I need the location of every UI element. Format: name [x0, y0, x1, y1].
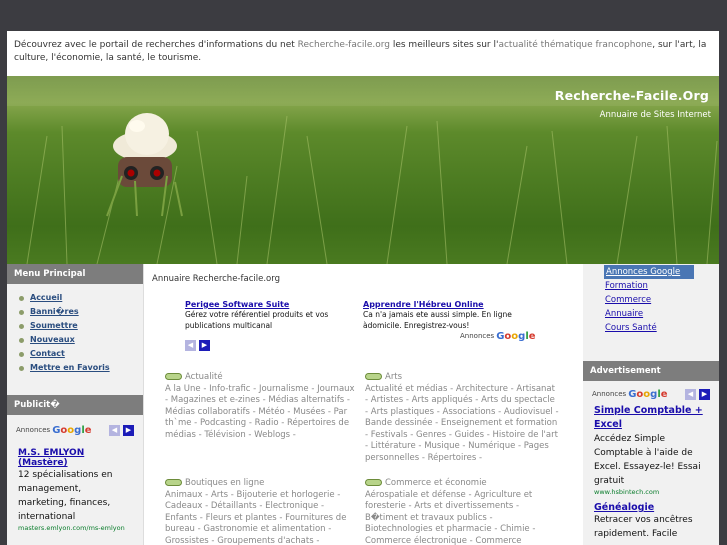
ad-url[interactable]: www.hsbintech.com — [594, 488, 708, 494]
menu-title: Menu Principal — [7, 264, 143, 284]
category-links[interactable]: Aérospatiale et défense - Agriculture et… — [365, 490, 543, 545]
link-annuaire[interactable]: Annuaire — [605, 307, 719, 321]
bullet-icon — [19, 366, 24, 371]
main-menu: Accueil Banni�res Soumettre Nouveaux Con… — [7, 284, 143, 375]
category-block: Actualité A la Une - Info-trafic - Journ… — [165, 372, 355, 441]
category-links[interactable]: Actualité et médias - Architecture - Art… — [365, 384, 559, 463]
intro-text: Découvrez avec le portail de recherches … — [14, 39, 714, 65]
category-block: Commerce et économie Aérospatiale et déf… — [365, 478, 562, 545]
google-logo-icon: Google — [628, 388, 668, 400]
category-block: Boutiques en ligne Animaux - Arts - Bijo… — [165, 478, 355, 545]
page-frame: Découvrez avec le portail de recherches … — [7, 31, 719, 545]
link-unit: Annonces Google Formation Commerce Annua… — [583, 264, 719, 335]
intro-part: les meilleurs sites sur l' — [389, 40, 499, 50]
menu-link[interactable]: Mettre en Favoris — [30, 363, 110, 372]
prev-arrow-icon[interactable]: ◀ — [685, 388, 696, 400]
next-arrow-icon[interactable]: ▶ — [699, 388, 710, 400]
prev-arrow-icon[interactable]: ◀ — [109, 424, 120, 436]
google-ads-box: Perigee Software Suite Gérez votre référ… — [185, 297, 540, 351]
ad-nav: ◀ ▶ — [185, 332, 210, 351]
breadcrumb: Annuaire Recherche-facile.org — [152, 274, 280, 284]
bullet-icon — [19, 324, 24, 329]
category-links[interactable]: Animaux - Arts - Bijouterie et horlogeri… — [165, 490, 346, 545]
left-sidebar: Menu Principal Accueil Banni�res Soumett… — [7, 264, 144, 545]
google-ads-bar: Annonces Google ◀ ▶ — [583, 384, 719, 404]
folder-icon — [165, 373, 182, 380]
publicite-title: Publicit� — [7, 395, 143, 415]
grass-field-photo — [7, 76, 719, 264]
google-ads-bar: Annonces Google ◀ ▶ — [7, 420, 143, 440]
ad-title-link[interactable]: Simple Comptable + Excel — [594, 404, 708, 432]
right-sidebar: Annonces Google Formation Commerce Annua… — [583, 264, 719, 545]
folder-icon — [365, 373, 382, 380]
ad-text: Gérez votre référentiel produits et vos … — [185, 310, 329, 330]
ad-block: Simple Comptable + Excel Accédez Simple … — [583, 404, 719, 494]
category-name[interactable]: Commerce et économie — [385, 478, 487, 488]
google-logo-icon: Google — [52, 424, 92, 436]
ad-text: Retracer vos ancêtres rapidement. Facile — [594, 515, 693, 539]
advertisement-title: Advertisement — [583, 361, 719, 381]
ad-title-link[interactable]: Généalogie — [594, 502, 708, 513]
menu-link[interactable]: Accueil — [30, 293, 62, 302]
bullet-icon — [19, 338, 24, 343]
intro-part: Découvrez avec le portail de recherches … — [14, 40, 298, 50]
prev-arrow-icon[interactable]: ◀ — [185, 340, 196, 351]
category-header[interactable]: Boutiques en ligne — [165, 478, 355, 490]
next-arrow-icon[interactable]: ▶ — [123, 424, 134, 436]
menu-item-bannieres[interactable]: Banni�res — [19, 305, 143, 319]
category-name[interactable]: Arts — [385, 372, 402, 382]
ad-title-link[interactable]: Perigee Software Suite — [185, 300, 350, 309]
category-name[interactable]: Boutiques en ligne — [185, 478, 264, 488]
google-logo-icon: Google — [496, 330, 536, 342]
link-cours-sante[interactable]: Cours Santé — [605, 321, 719, 335]
ad-block: Perigee Software Suite Gérez votre référ… — [185, 300, 350, 331]
menu-link[interactable]: Banni�res — [30, 307, 79, 316]
menu-item-nouveaux[interactable]: Nouveaux — [19, 333, 143, 347]
annonces-label: Annonces — [460, 332, 495, 340]
intro-topic-link[interactable]: actualité thématique francophone — [498, 40, 652, 50]
ad-block: Généalogie Retracer vos ancêtres rapidem… — [583, 502, 719, 541]
folder-icon — [365, 479, 382, 486]
bullet-icon — [19, 296, 24, 301]
menu-link[interactable]: Nouveaux — [30, 335, 75, 344]
link-commerce[interactable]: Commerce — [605, 293, 719, 307]
category-name[interactable]: Actualité — [185, 372, 223, 382]
ad-title-link[interactable]: M.S. EMLYON (Mastère) — [18, 448, 132, 468]
menu-item-soumettre[interactable]: Soumettre — [19, 319, 143, 333]
ad-url[interactable]: masters.emlyon.com/ms-emlyon — [18, 524, 132, 532]
menu-item-favoris[interactable]: Mettre en Favoris — [19, 361, 143, 375]
ad-text: Accédez Simple Comptable à l'aide de Exc… — [594, 434, 701, 486]
ad-title-link[interactable]: Apprendre l'Hébreu Online — [363, 300, 528, 309]
next-arrow-icon[interactable]: ▶ — [199, 340, 210, 351]
main-content: Annuaire Recherche-facile.org Perigee So… — [145, 264, 582, 545]
site-title[interactable]: Recherche-Facile.Org — [555, 88, 709, 103]
site-subtitle: Annuaire de Sites Internet — [599, 110, 711, 120]
menu-link[interactable]: Soumettre — [30, 321, 78, 330]
ad-block: M.S. EMLYON (Mastère) 12 spécialisations… — [7, 448, 143, 532]
link-annonces-google[interactable]: Annonces Google — [604, 265, 694, 279]
link-formation[interactable]: Formation — [605, 279, 719, 293]
category-block: Arts Actualité et médias - Architecture … — [365, 372, 560, 464]
google-ads-bar: Annonces Google — [460, 326, 536, 346]
annonces-label: Annonces — [16, 426, 51, 434]
folder-icon — [165, 479, 182, 486]
category-header[interactable]: Commerce et économie — [365, 478, 562, 490]
category-header[interactable]: Actualité — [165, 372, 355, 384]
intro-site-link[interactable]: Recherche-facile.org — [298, 40, 390, 50]
annonces-label: Annonces — [592, 390, 627, 398]
category-links[interactable]: A la Une - Info-trafic - Journalisme - J… — [165, 384, 355, 440]
category-header[interactable]: Arts — [365, 372, 560, 384]
menu-item-accueil[interactable]: Accueil — [19, 291, 143, 305]
header-banner: Recherche-Facile.Org Annuaire de Sites I… — [7, 76, 719, 264]
menu-link[interactable]: Contact — [30, 349, 65, 358]
menu-item-contact[interactable]: Contact — [19, 347, 143, 361]
bullet-icon — [19, 352, 24, 357]
bullet-icon — [19, 310, 24, 315]
ad-text: 12 spécialisations en management, market… — [18, 470, 113, 522]
